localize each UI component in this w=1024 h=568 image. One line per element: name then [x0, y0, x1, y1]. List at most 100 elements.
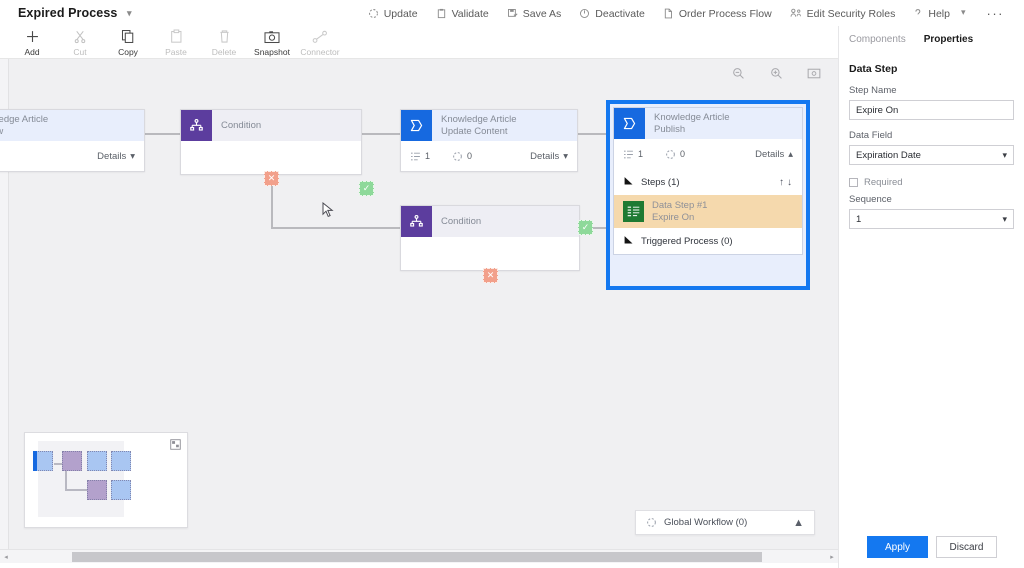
node-title-line1: Knowledge Article	[441, 114, 517, 125]
overflow-menu-button[interactable]: ···	[975, 0, 1017, 26]
properties-panel: Components Properties Data Step Step Nam…	[838, 26, 1024, 568]
scroll-left-arrow-icon[interactable]: ◂	[0, 553, 12, 561]
ribbon-add-button[interactable]: Add	[8, 26, 56, 60]
process-canvas[interactable]: nowledge Article eview 0 Details ▾	[0, 59, 838, 549]
branch-badge-no[interactable]: ✕	[483, 268, 498, 283]
update-label: Update	[383, 7, 418, 20]
node-body	[401, 237, 579, 270]
process-designer-window: Expired Process ▾ Update Validate Save A…	[0, 0, 1024, 568]
order-process-flow-button[interactable]: Order Process Flow	[654, 0, 781, 26]
canvas-zoom-toolbar	[728, 59, 824, 87]
node-details-button[interactable]: Details ▴	[755, 149, 793, 160]
node-condition-2[interactable]: Condition	[400, 205, 580, 271]
help-question-icon	[915, 8, 921, 14]
node-metric-pending: 0	[665, 149, 685, 160]
node-metric-pending-count: 0	[467, 151, 473, 161]
node-knowledge-article-publish[interactable]: Knowledge Article Publish 1 0 Details ▴ …	[613, 107, 803, 255]
node-knowledge-article-publish-selected[interactable]: Knowledge Article Publish 1 0 Details ▴ …	[606, 100, 810, 290]
chevron-down-icon: ▾	[960, 6, 966, 17]
chevron-up-icon[interactable]: ▲	[793, 517, 804, 529]
node-title-line1: Knowledge Article	[654, 112, 730, 123]
node-body	[181, 141, 361, 174]
steps-list-icon	[411, 152, 420, 160]
connector-line	[145, 133, 180, 135]
ribbon-toolbar: Add Cut Copy Paste Delete Snapshot Conne…	[0, 26, 838, 58]
node-condition-1[interactable]: Condition	[180, 109, 362, 175]
help-label: Help	[928, 7, 950, 20]
step-name-input[interactable]: Expire On	[849, 100, 1014, 120]
node-metric-steps: 1	[623, 149, 643, 160]
ribbon-paste-label: Paste	[165, 47, 187, 57]
close-icon: ✕	[486, 270, 495, 280]
steps-section-header[interactable]: Steps (1) ↑ ↓	[614, 169, 802, 195]
steps-list-icon	[624, 150, 633, 158]
global-workflow-label: Global Workflow (0)	[664, 517, 748, 528]
scissors-icon	[73, 28, 87, 45]
move-up-icon[interactable]: ↑	[779, 177, 784, 188]
expand-minimap-icon[interactable]	[170, 439, 181, 450]
update-button[interactable]: Update	[359, 0, 427, 26]
discard-button[interactable]: Discard	[936, 536, 997, 558]
branch-badge-no[interactable]: ✕	[264, 171, 279, 186]
required-checkbox-row[interactable]: Required	[839, 165, 1024, 188]
help-button[interactable]: Help ▾	[904, 0, 974, 26]
chevron-down-icon: ▾	[563, 150, 568, 162]
deactivate-button[interactable]: Deactivate	[570, 0, 654, 26]
ribbon-delete-button[interactable]: Delete	[200, 26, 248, 60]
data-step-subtitle: Expire On	[652, 211, 695, 223]
order-process-flow-label: Order Process Flow	[678, 7, 772, 20]
ribbon-cut-button[interactable]: Cut	[56, 26, 104, 60]
chevron-down-icon: ▾	[1002, 213, 1007, 224]
data-field-value: Expiration Date	[856, 149, 921, 161]
scrollbar-thumb[interactable]	[72, 551, 762, 562]
ribbon-add-label: Add	[24, 47, 40, 57]
save-as-button[interactable]: Save As	[498, 0, 571, 26]
steps-reorder-controls[interactable]: ↑ ↓	[779, 177, 792, 188]
apply-button[interactable]: Apply	[867, 536, 928, 558]
ribbon-paste-button[interactable]: Paste	[152, 26, 200, 60]
fit-to-screen-icon[interactable]	[804, 63, 824, 83]
ribbon-connector-button[interactable]: Connector	[296, 26, 344, 60]
data-step-item-1[interactable]: Data Step #1 Expire On	[614, 195, 802, 228]
node-knowledge-article-review[interactable]: nowledge Article eview 0 Details ▾	[0, 109, 145, 172]
node-title-line1: nowledge Article	[0, 114, 49, 125]
ribbon-copy-button[interactable]: Copy	[104, 26, 152, 60]
node-details-label: Details	[530, 150, 560, 162]
ribbon-snapshot-button[interactable]: Snapshot	[248, 26, 296, 60]
node-header: Condition	[181, 110, 361, 141]
scroll-right-arrow-icon[interactable]: ▸	[826, 553, 838, 561]
node-details-button[interactable]: Details ▾	[530, 151, 568, 162]
node-knowledge-article-update-content[interactable]: Knowledge Article Update Content 1 0 Det…	[400, 109, 578, 172]
plus-icon	[25, 28, 40, 45]
branch-badge-yes[interactable]: ✓	[578, 220, 593, 235]
check-icon: ✓	[362, 183, 371, 193]
command-bar-actions: Update Validate Save As Deactivate Order…	[359, 0, 1024, 26]
triggered-process-section-header[interactable]: Triggered Process (0)	[614, 228, 802, 254]
required-label: Required	[864, 177, 903, 188]
zoom-in-icon[interactable]	[766, 63, 786, 83]
save-as-icon	[507, 8, 518, 17]
tab-components[interactable]: Components	[849, 34, 906, 49]
edit-security-roles-button[interactable]: Edit Security Roles	[781, 0, 905, 26]
canvas-horizontal-scrollbar[interactable]: ◂ ▸	[0, 549, 838, 563]
data-field-select[interactable]: Expiration Date ▾	[849, 145, 1014, 165]
node-header: Knowledge Article Update Content	[401, 110, 577, 141]
required-checkbox[interactable]	[849, 178, 858, 187]
branch-badge-yes[interactable]: ✓	[359, 181, 374, 196]
node-details-button[interactable]: Details ▾	[97, 151, 135, 162]
mouse-cursor	[322, 201, 334, 223]
global-workflow-bar[interactable]: Global Workflow (0) ▲	[635, 510, 815, 535]
canvas-minimap[interactable]	[24, 432, 188, 528]
top-command-bar: Expired Process ▾ Update Validate Save A…	[0, 0, 1024, 26]
process-title[interactable]: Expired Process ▾	[18, 6, 132, 20]
panel-tabs: Components Properties	[839, 26, 1024, 49]
move-down-icon[interactable]: ↓	[787, 177, 792, 188]
node-title-line1: Condition	[441, 215, 482, 227]
zoom-out-icon[interactable]	[728, 63, 748, 83]
sequence-select[interactable]: 1 ▾	[849, 209, 1014, 229]
validate-button[interactable]: Validate	[427, 0, 498, 26]
scrollbar-track[interactable]	[12, 550, 826, 564]
condition-icon	[401, 206, 432, 237]
tab-properties[interactable]: Properties	[924, 34, 973, 49]
trash-icon	[218, 28, 231, 45]
